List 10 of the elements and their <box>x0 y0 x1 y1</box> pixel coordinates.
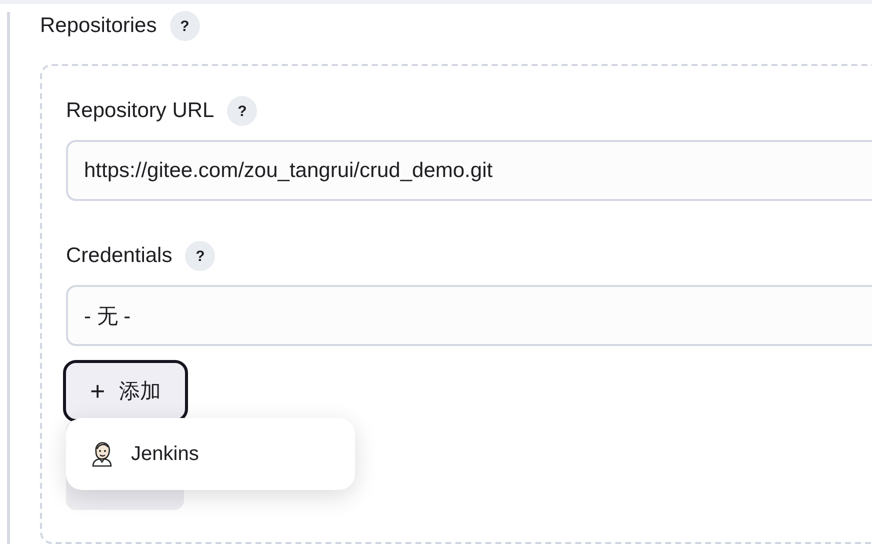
help-button[interactable]: ? <box>185 241 216 271</box>
section-title: Repositories <box>40 14 157 38</box>
field-label: Repository URL <box>66 99 214 123</box>
help-button[interactable]: ? <box>170 11 200 41</box>
url-field[interactable]: https://gitee.com/zou_tangrui/crud_demo.git <box>66 140 872 201</box>
help-button[interactable]: ? <box>227 96 258 126</box>
add-button[interactable]: + 添加 <box>63 360 188 422</box>
credentials-select[interactable]: - 无 - <box>66 285 872 346</box>
menu-item[interactable]: Jenkins <box>66 441 199 467</box>
field-label: Credentials <box>66 244 172 268</box>
